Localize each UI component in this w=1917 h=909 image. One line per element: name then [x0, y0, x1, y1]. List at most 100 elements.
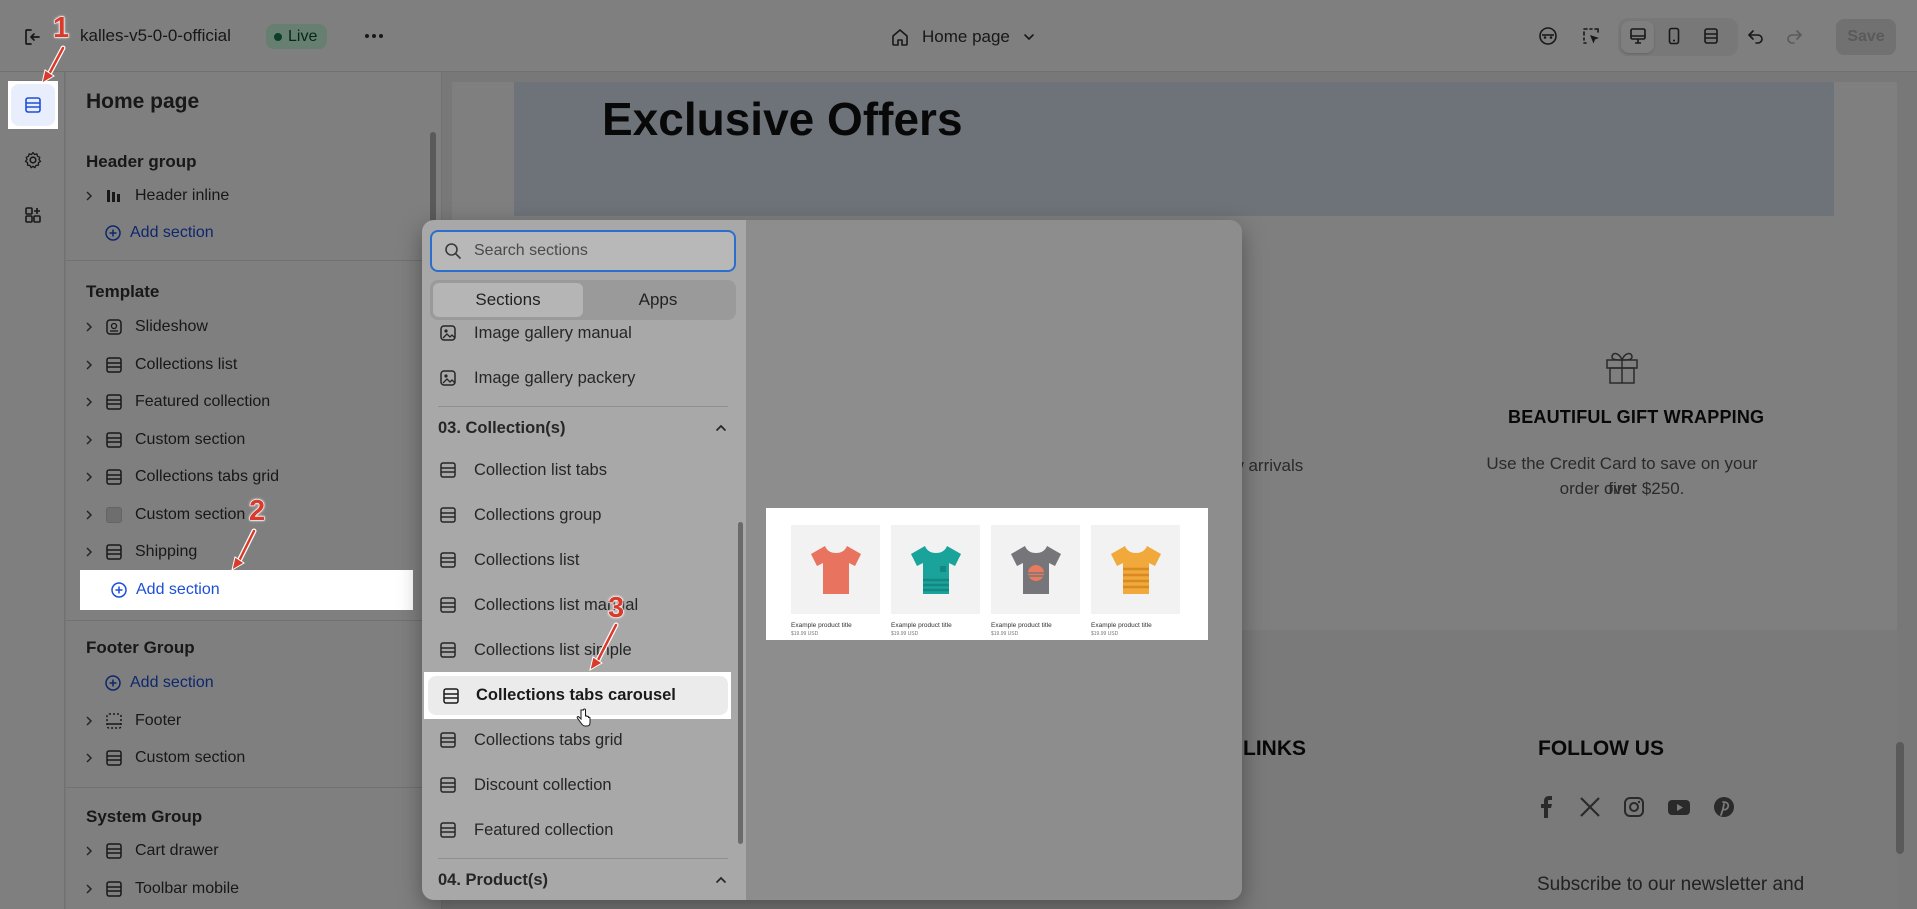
sidebar-item-collections-list[interactable]: Collections list — [80, 349, 410, 381]
tab-sections[interactable]: Sections — [433, 283, 583, 317]
sidebar-item-cart-drawer[interactable]: Cart drawer — [80, 835, 410, 867]
sidebar-item-label: Custom section — [135, 506, 246, 523]
product-title: Example product title — [1091, 622, 1152, 629]
picker-item-label: Image gallery packery — [474, 368, 636, 387]
inspector-icon[interactable] — [1578, 20, 1604, 52]
sidebar-item-label: Slideshow — [135, 318, 208, 335]
chevron-right-icon[interactable] — [80, 842, 98, 860]
sidebar-item-slideshow[interactable]: Slideshow — [80, 311, 410, 343]
search-sections-input[interactable] — [474, 242, 714, 260]
picker-list-scrollbar[interactable] — [738, 522, 743, 844]
hero-title: Exclusive Offers — [602, 93, 963, 145]
section-icon — [104, 841, 124, 861]
chevron-right-icon[interactable] — [80, 712, 98, 730]
sidebar-item-label: Collections list — [135, 356, 238, 373]
picker-item-discount-collection[interactable]: Discount collection — [432, 767, 727, 803]
chevron-right-icon[interactable] — [80, 187, 98, 205]
section-icon — [438, 505, 458, 525]
sidebar-item-footer-custom-section[interactable]: Custom section — [80, 742, 410, 774]
section-icon — [438, 730, 458, 750]
apps-rail-button[interactable] — [10, 192, 55, 237]
sections-rail-button-highlight[interactable] — [8, 81, 58, 129]
mobile-view-icon[interactable] — [1662, 20, 1686, 52]
section-preview-card: Example product title $19.99 USD Example… — [766, 508, 1208, 640]
picker-item-collections-list-manual[interactable]: Collections list manual — [432, 587, 727, 623]
product-image — [791, 525, 880, 614]
category-collections-header[interactable]: 03. Collection(s) — [438, 413, 728, 443]
sidebar-item-custom-section[interactable]: Custom section — [80, 424, 410, 456]
add-section-label: Add section — [130, 674, 214, 691]
x-twitter-icon[interactable] — [1579, 796, 1601, 818]
picker-item-collections-list-simple[interactable]: Collections list simple — [432, 632, 727, 668]
picker-item-collections-group[interactable]: Collections group — [432, 497, 727, 533]
chevron-right-icon[interactable] — [80, 880, 98, 898]
page-selector[interactable]: Home page — [890, 24, 1036, 50]
category-label: 03. Collection(s) — [438, 418, 566, 437]
section-icon — [438, 550, 458, 570]
header-group-title: Header group — [86, 152, 197, 171]
sidebar-item-toolbar-mobile[interactable]: Toolbar mobile — [80, 873, 410, 905]
product-card: Example product title $19.99 USD — [1091, 525, 1180, 640]
add-section-header-button[interactable]: Add section — [104, 217, 214, 249]
sidebar-item-featured-collection[interactable]: Featured collection — [80, 386, 410, 418]
follow-us-heading: FOLLOW US — [1538, 737, 1664, 760]
gift-icon — [1602, 346, 1642, 386]
chevron-right-icon[interactable] — [80, 318, 98, 336]
tshirt-icon — [1110, 545, 1161, 594]
sidebar-item-label: Custom section — [135, 749, 246, 766]
divider — [66, 787, 441, 788]
more-actions-icon[interactable] — [362, 28, 386, 44]
tshirt-icon — [810, 545, 861, 594]
chevron-right-icon[interactable] — [80, 543, 98, 561]
picker-item-featured-collection[interactable]: Featured collection — [432, 812, 727, 848]
chevron-right-icon[interactable] — [80, 431, 98, 449]
chevron-right-icon[interactable] — [80, 468, 98, 486]
add-section-footer-button[interactable]: Add section — [104, 667, 214, 699]
settings-rail-button[interactable] — [10, 137, 55, 182]
divider — [66, 620, 441, 621]
instagram-icon[interactable] — [1623, 796, 1645, 818]
section-icon — [442, 687, 460, 705]
sidebar-item-footer[interactable]: Footer — [80, 705, 410, 737]
tab-apps[interactable]: Apps — [583, 283, 733, 317]
add-section-template-button[interactable]: Add section — [80, 570, 413, 610]
live-dot-icon — [274, 32, 282, 41]
left-rail — [0, 72, 65, 909]
facebook-icon[interactable] — [1537, 796, 1557, 818]
divider — [438, 406, 728, 407]
annotation-arrow-1 — [41, 45, 66, 85]
live-badge: Live — [266, 24, 328, 49]
feature-right-text-line2: order over $250. — [1559, 479, 1685, 498]
youtube-icon[interactable] — [1667, 796, 1691, 818]
chevron-right-icon[interactable] — [80, 749, 98, 767]
chevron-right-icon[interactable] — [80, 393, 98, 411]
sidekick-icon[interactable] — [1535, 20, 1561, 52]
section-icon — [104, 879, 124, 899]
sidebar-item-custom-section-2[interactable]: Custom section — [80, 499, 410, 531]
chevron-down-icon — [1024, 34, 1034, 41]
image-gallery-icon — [438, 368, 458, 388]
chevron-right-icon[interactable] — [80, 506, 98, 524]
desktop-view-icon[interactable] — [1626, 20, 1650, 52]
sidebar-item-label: Header inline — [135, 187, 230, 204]
undo-icon[interactable] — [1744, 20, 1768, 52]
picker-item-image-gallery-manual[interactable]: Image gallery manual — [432, 315, 727, 351]
product-price: $19.99 USD — [991, 631, 1019, 637]
chevron-right-icon[interactable] — [80, 356, 98, 374]
preview-scrollbar[interactable] — [1896, 742, 1904, 854]
sidebar-item-header-inline[interactable]: Header inline — [80, 180, 410, 212]
save-button[interactable]: Save — [1836, 19, 1896, 55]
product-image — [891, 525, 980, 614]
category-products-header[interactable]: 04. Product(s) — [438, 865, 728, 895]
search-sections-field[interactable] — [430, 230, 736, 272]
redo-icon[interactable] — [1782, 20, 1806, 52]
sidebar-item-label: Collections tabs grid — [135, 468, 280, 485]
footer-icon — [104, 711, 124, 731]
fullscreen-view-icon[interactable] — [1699, 20, 1723, 52]
picker-item-collections-list[interactable]: Collections list — [432, 542, 727, 578]
pinterest-icon[interactable] — [1713, 796, 1735, 818]
picker-item-image-gallery-packery[interactable]: Image gallery packery — [432, 360, 727, 396]
sidebar-item-collections-tabs-grid[interactable]: Collections tabs grid — [80, 461, 410, 493]
section-icon — [104, 748, 124, 768]
picker-item-collection-list-tabs[interactable]: Collection list tabs — [432, 452, 727, 488]
